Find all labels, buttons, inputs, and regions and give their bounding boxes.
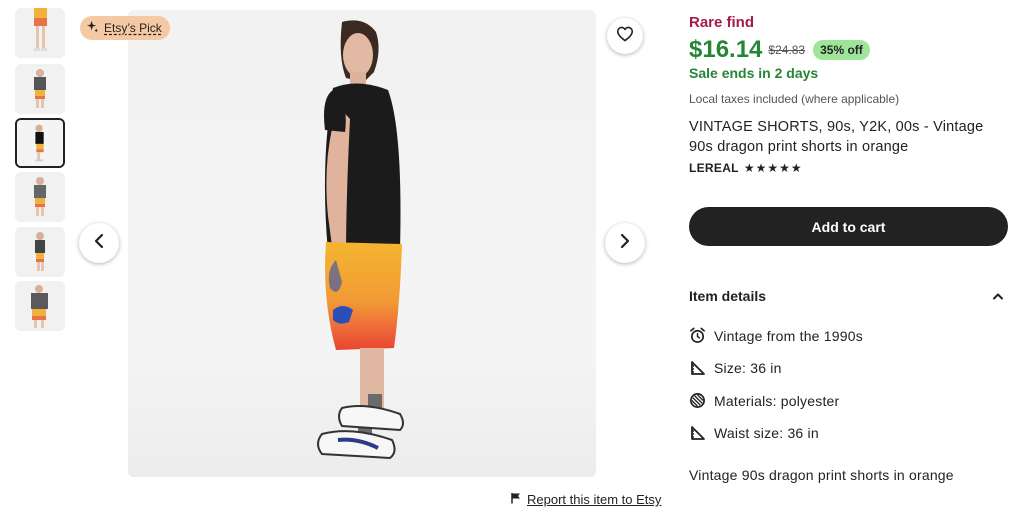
current-price: $16.14 xyxy=(689,36,763,63)
alarm-clock-icon xyxy=(689,327,706,344)
thumbnail-6[interactable] xyxy=(15,281,65,331)
detail-materials-text: Materials: polyester xyxy=(714,392,840,409)
thumbnail-5[interactable] xyxy=(15,227,65,277)
report-item-link[interactable]: Report this item to Etsy xyxy=(511,492,661,507)
next-image-button[interactable] xyxy=(605,223,645,263)
report-item-label: Report this item to Etsy xyxy=(527,492,662,507)
price-row: $16.14 $24.83 35% off xyxy=(689,36,870,64)
etsys-pick-badge: Etsy’s Pick xyxy=(80,16,170,40)
favorite-button[interactable] xyxy=(607,18,643,54)
chevron-up-icon xyxy=(992,287,1004,305)
chevron-right-icon xyxy=(619,233,631,254)
detail-materials: Materials: polyester xyxy=(689,392,839,409)
sale-ends-text: Sale ends in 2 days xyxy=(689,65,819,81)
detail-size: Size: 36 in xyxy=(689,359,782,376)
detail-size-text: Size: 36 in xyxy=(714,359,782,376)
detail-waist-size-text: Waist size: 36 in xyxy=(714,424,819,441)
ruler-triangle-icon xyxy=(689,424,706,441)
chevron-left-icon xyxy=(93,233,105,254)
thumbnail-4[interactable] xyxy=(15,172,65,222)
add-to-cart-button[interactable]: Add to cart xyxy=(689,207,1008,246)
fabric-swatch-icon xyxy=(689,392,706,409)
shop-name-link[interactable]: LEREAL xyxy=(689,161,739,175)
original-price: $24.83 xyxy=(768,43,806,57)
main-product-image xyxy=(128,10,596,477)
flag-icon xyxy=(511,492,521,507)
rating-stars[interactable]: ★★★★★ xyxy=(744,161,803,175)
taxes-note: Local taxes included (where applicable) xyxy=(689,92,900,106)
rare-find-label: Rare find xyxy=(689,14,755,31)
thumbnail-3-selected[interactable] xyxy=(15,118,65,168)
item-details-toggle[interactable]: Item details xyxy=(689,286,1008,306)
product-title: VINTAGE SHORTS, 90s, Y2K, 00s - Vintage … xyxy=(689,119,984,155)
ruler-triangle-icon xyxy=(689,359,706,376)
detail-vintage-text: Vintage from the 1990s xyxy=(714,327,863,344)
heart-icon xyxy=(616,26,634,47)
sparkle-icon xyxy=(86,20,99,36)
previous-image-button[interactable] xyxy=(79,223,119,263)
item-details-heading: Item details xyxy=(689,288,767,304)
badge-label: Etsy’s Pick xyxy=(104,21,162,35)
shop-rating-row: LEREAL ★★★★★ xyxy=(689,161,803,175)
thumbnail-2[interactable] xyxy=(15,64,65,114)
detail-vintage: Vintage from the 1990s xyxy=(689,327,863,344)
product-photo-illustration xyxy=(128,10,596,477)
detail-waist-size: Waist size: 36 in xyxy=(689,424,819,441)
discount-badge: 35% off xyxy=(813,40,870,60)
item-description: Vintage 90s dragon print shorts in orang… xyxy=(689,467,954,483)
thumbnail-1[interactable] xyxy=(15,8,65,58)
